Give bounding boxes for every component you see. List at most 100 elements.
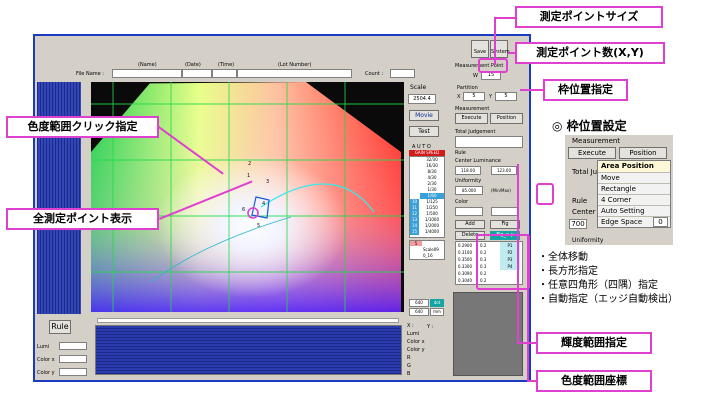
total-judgement-field	[455, 136, 523, 148]
dot-unit[interactable]: dot	[430, 299, 444, 307]
bottom-slider[interactable]	[97, 318, 399, 323]
uniformity-field[interactable]: 85.000	[455, 186, 483, 195]
time-field[interactable]	[212, 69, 237, 78]
res-640-b[interactable]: 640	[409, 308, 429, 316]
coord-x: 0.3090	[458, 271, 472, 276]
callout-frame-position: 枠位置指定	[543, 79, 628, 101]
color-y-field[interactable]	[491, 207, 519, 216]
fig-button[interactable]: Fig	[490, 220, 520, 229]
color-x-bottom-field[interactable]	[59, 355, 87, 363]
movie-button[interactable]: Movie	[409, 110, 439, 121]
bottom-right-panel	[453, 292, 523, 376]
highlight-point-size	[478, 58, 508, 73]
coord-x: 0.2900	[458, 243, 472, 248]
fs-uniformity-label: Uniformity	[572, 237, 604, 244]
highlight-coords	[476, 234, 530, 290]
extra-016: 0_16	[423, 253, 433, 258]
system-button[interactable]: System	[490, 40, 510, 58]
callout-point-size-line	[494, 17, 515, 19]
name-field[interactable]	[112, 69, 182, 78]
w-label: W	[473, 73, 478, 79]
position-button[interactable]: Position	[490, 113, 523, 124]
partition-x-field[interactable]: 5	[463, 92, 485, 101]
bullet-4corner: ・任意四角形（四隅）指定	[538, 280, 658, 291]
bottom-waveform	[95, 325, 402, 375]
coord-x: 0.3300	[458, 264, 472, 269]
readout-label: Lumi	[407, 331, 420, 337]
fs-execute-button[interactable]: Execute	[568, 147, 616, 159]
count-field	[390, 69, 415, 78]
save-label: Save	[473, 49, 487, 55]
bottom-left-panel: Rule Lumi Color x Color y	[35, 318, 91, 380]
res-640-a[interactable]: 640	[409, 299, 429, 307]
readout-label: X :	[407, 323, 414, 329]
frame-setting-panel: Measurement Execute Position Total Ju Ru…	[565, 135, 673, 245]
rule-label: Rule	[455, 150, 466, 156]
execute-button[interactable]: Execute	[455, 113, 488, 124]
bullet-rectangle: ・長方形指定	[538, 266, 598, 277]
auto-speed-row[interactable]: 15 1/4000	[410, 229, 444, 235]
lot-number-field[interactable]	[237, 69, 352, 78]
add-button[interactable]: Add	[455, 220, 485, 229]
minmax-label: (Min/Max)	[491, 188, 511, 193]
point-label-2: 2	[248, 161, 252, 167]
auto-panel: A U T O GAIN SPEED 32/30 16/30 8/30 4/30 2/3…	[409, 144, 445, 319]
save-button[interactable]: Save	[471, 40, 489, 58]
lumi-field[interactable]	[59, 342, 87, 350]
point-label-5: 5	[257, 223, 261, 229]
readout-label: Color x	[407, 339, 425, 345]
callout-frame-position-line	[520, 89, 543, 91]
callout-coords-line-h	[527, 380, 536, 382]
extra-scale09: Scale09	[423, 247, 439, 252]
file-name-label: File Name :	[76, 71, 104, 77]
scale-extra-list: 5 Scale09 0_16	[409, 240, 445, 260]
total-judgement-label: Total Judgement	[455, 129, 496, 135]
mm-unit[interactable]: mm	[430, 308, 444, 316]
col-label-lot: (Lot Number)	[278, 62, 312, 68]
extra-5: 5	[410, 241, 422, 246]
partition-y-field[interactable]: 5	[495, 92, 517, 101]
position-menu-item[interactable]: Area Position	[598, 161, 670, 172]
rule-button[interactable]: Rule	[49, 320, 71, 334]
color-x-label: Color x	[37, 357, 55, 363]
fs-measurement-label: Measurement	[572, 137, 621, 145]
partition-label: Partition	[457, 85, 478, 91]
count-label: Count :	[365, 71, 384, 77]
readout-label: B	[407, 371, 411, 377]
auto-speed-list[interactable]: 32/30 16/30 8/30 4/30 2/30 1/30 1/60 10 1/125 11 1…	[409, 156, 445, 238]
auto-speed-value: 1/4000	[424, 229, 440, 234]
fs-edge-value[interactable]: 0	[653, 217, 668, 227]
scale-value: 2504.4	[408, 94, 436, 104]
auto-gain-value: 15	[410, 229, 419, 235]
measurement-label: Measurement	[455, 106, 490, 112]
color-label: Color	[455, 199, 469, 205]
callout-chroma-click: 色度範囲クリック指定	[6, 116, 159, 138]
readout-y-label: Y :	[427, 324, 434, 330]
readout-label: R	[407, 355, 411, 361]
lumi-label: Lumi	[37, 344, 50, 350]
readout-label: G	[407, 363, 411, 369]
color-y-bottom-field[interactable]	[59, 368, 87, 376]
frame-setting-title: ◎ 枠位置設定	[552, 119, 627, 133]
fs-total-j-label: Total Ju	[572, 168, 598, 176]
callout-luminance-range: 輝度範囲指定	[536, 332, 652, 354]
test-button[interactable]: Test	[409, 126, 439, 137]
bullet-auto: ・自動指定（エッジ自動検出）	[538, 294, 678, 305]
point-label-6: 6	[242, 207, 246, 213]
luminance-high-field[interactable]: 123.00	[491, 166, 517, 175]
callout-point-count: 測定ポイント数(X,Y)	[515, 42, 665, 64]
fs-rule-label: Rule	[572, 197, 588, 205]
luminance-low-field[interactable]: 118.00	[455, 166, 481, 175]
fs-position-button[interactable]: Position	[619, 147, 667, 159]
readout-label: Color y	[407, 347, 425, 353]
partition-y-label: Y	[489, 94, 493, 100]
highlight-luminance	[536, 183, 554, 205]
point-label-4: 4	[262, 201, 266, 207]
col-label-name: (Name)	[138, 62, 157, 68]
col-label-date: (Date)	[185, 62, 201, 68]
date-field[interactable]	[182, 69, 212, 78]
readout-panel: X : Lumi Color x Color y RGB	[407, 323, 447, 379]
color-x-field[interactable]	[455, 207, 483, 216]
fs-center-value[interactable]: 700	[569, 219, 587, 229]
coord-x: 0.3040	[458, 278, 472, 283]
